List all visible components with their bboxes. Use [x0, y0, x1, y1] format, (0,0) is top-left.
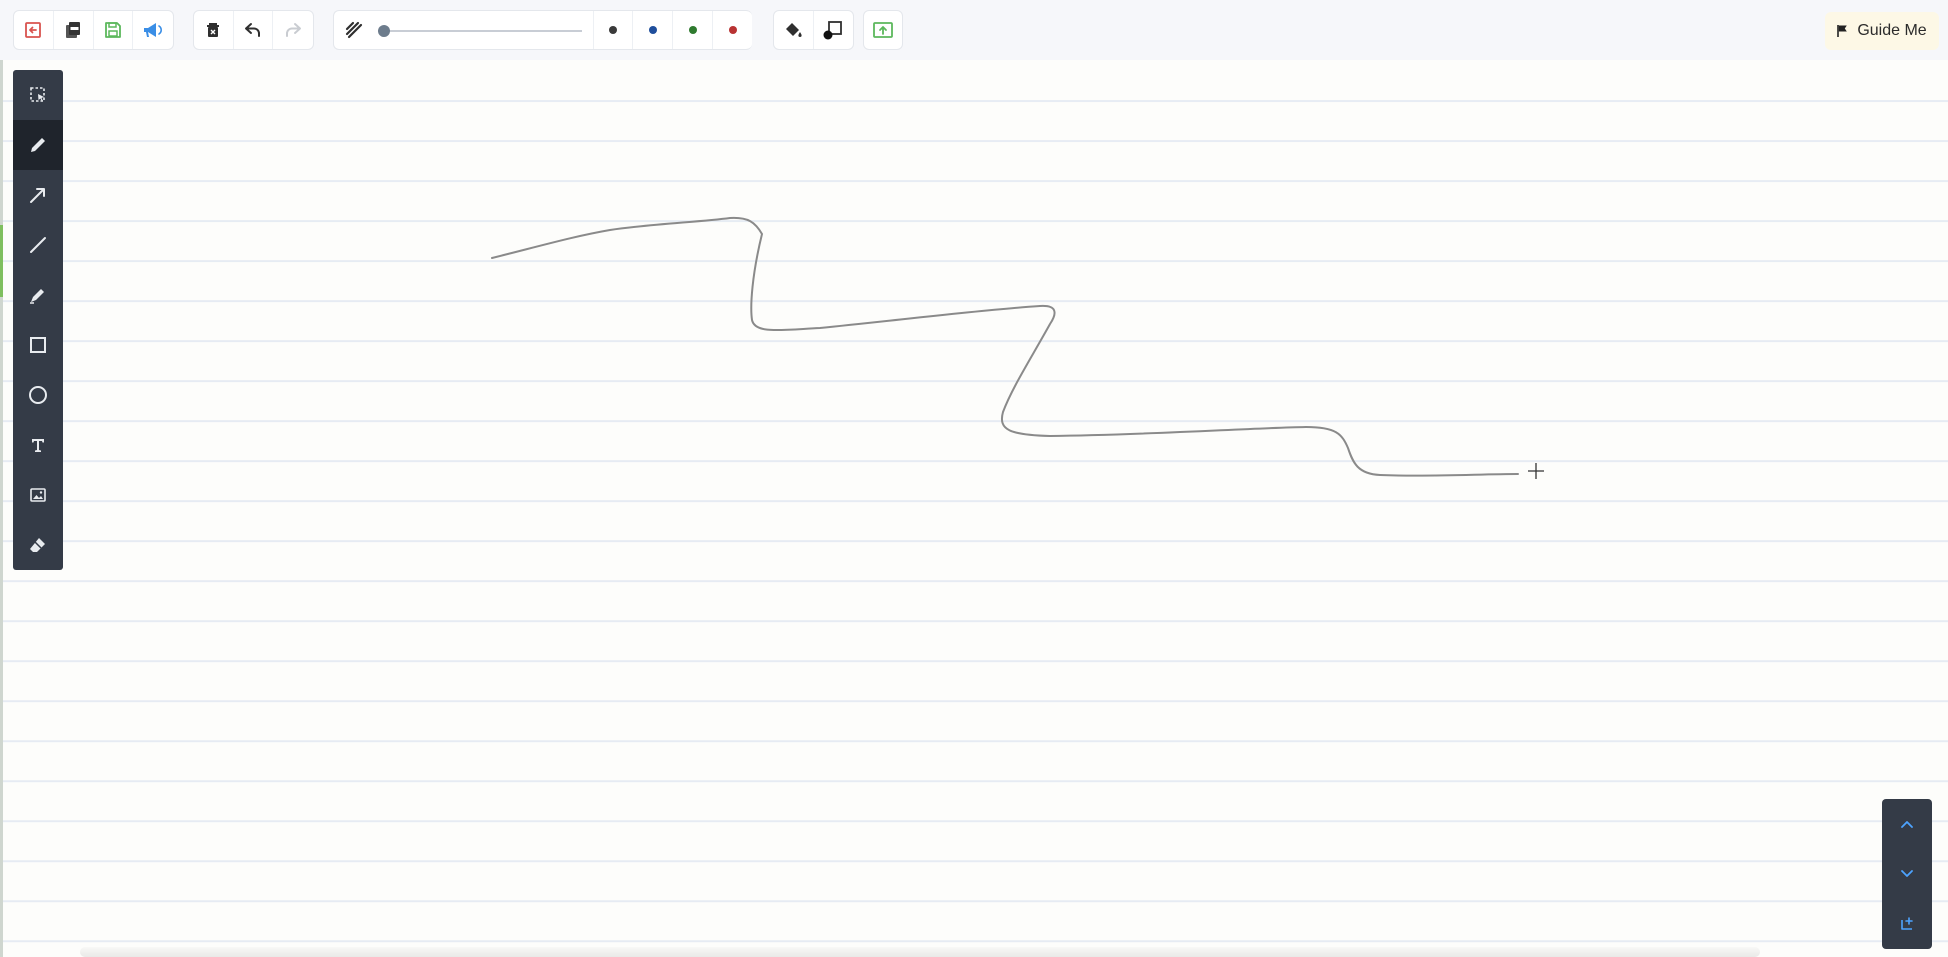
selection-icon [30, 87, 45, 102]
fill-button-group [773, 10, 854, 50]
guide-me-button[interactable]: Guide Me [1825, 12, 1939, 50]
edit-button-group [193, 10, 314, 50]
upload-icon [873, 22, 893, 38]
top-toolbar: Guide Me [0, 0, 1948, 60]
circle-tool[interactable] [13, 370, 63, 420]
fill-bucket-icon [786, 23, 802, 37]
redo-icon [286, 23, 302, 37]
pen-icon [31, 138, 45, 152]
add-page-button[interactable] [1882, 899, 1932, 949]
crosshair-icon [1528, 463, 1544, 479]
highlighter-icon [30, 289, 44, 304]
arrow-icon [30, 188, 45, 203]
color-dot-icon [648, 26, 657, 34]
clear-page-button[interactable] [194, 11, 234, 49]
rectangle-icon [30, 337, 46, 353]
undo-icon [245, 23, 260, 37]
pen-color-red[interactable] [713, 11, 753, 49]
add-page-icon [1901, 917, 1913, 930]
freehand-stroke [491, 216, 1544, 479]
stroke-width-icon [345, 21, 363, 39]
pdf-icon [66, 22, 81, 38]
exit-icon [25, 22, 42, 38]
upload-button-group [863, 10, 903, 50]
text-icon [32, 439, 44, 452]
text-tool[interactable] [13, 420, 63, 470]
image-tool[interactable] [13, 470, 63, 520]
chevron-down-icon [1901, 870, 1913, 877]
previous-page-button[interactable] [1882, 799, 1932, 849]
flag-icon [1837, 25, 1848, 37]
image-icon [30, 488, 46, 502]
left-edge-strip [0, 60, 3, 957]
clear-page-icon [207, 23, 220, 37]
line-tool[interactable] [13, 220, 63, 270]
shape-fill-button[interactable] [814, 11, 854, 49]
shape-fill-icon [823, 21, 843, 40]
pen-color-green[interactable] [673, 11, 713, 49]
stroke-width-slider-thumb[interactable] [378, 25, 390, 37]
undo-button[interactable] [234, 11, 274, 49]
stroke-width-button[interactable] [334, 11, 374, 49]
rectangle-tool[interactable] [13, 320, 63, 370]
upload-button[interactable] [864, 11, 902, 49]
circle-icon [29, 386, 47, 404]
page-nav-panel [1882, 799, 1932, 949]
select-tool[interactable] [13, 70, 63, 120]
horizontal-scrollbar[interactable] [80, 947, 1760, 957]
pen-color-blue[interactable] [633, 11, 673, 49]
drawing-canvas[interactable] [0, 60, 1948, 957]
arrow-tool[interactable] [13, 170, 63, 220]
next-page-button[interactable] [1882, 849, 1932, 899]
color-dot-icon [729, 26, 737, 34]
tool-panel [13, 70, 63, 570]
eraser-icon [30, 538, 45, 552]
file-button-group [13, 10, 174, 50]
eraser-tool[interactable] [13, 520, 63, 570]
color-dot-icon [688, 26, 697, 34]
announcement-button[interactable] [133, 11, 173, 49]
fill-bucket-button[interactable] [774, 11, 814, 49]
redo-button[interactable] [273, 11, 313, 49]
pen-color-swatches [593, 11, 753, 49]
save-button[interactable] [94, 11, 134, 49]
pen-color-black[interactable] [593, 11, 633, 49]
chevron-up-icon [1901, 821, 1913, 828]
left-edge-indicator [0, 225, 3, 297]
color-dot-icon [609, 26, 617, 34]
exit-button[interactable] [14, 11, 54, 49]
announcement-icon [144, 23, 163, 37]
stroke-options-group [333, 10, 752, 50]
pen-tool[interactable] [13, 120, 63, 170]
guide-me-label: Guide Me [1857, 22, 1927, 39]
export-pdf-button[interactable] [54, 11, 94, 49]
line-icon [30, 237, 46, 253]
highlighter-tool[interactable] [13, 270, 63, 320]
stroke-width-slider-track[interactable] [382, 30, 582, 32]
save-icon [104, 22, 121, 38]
